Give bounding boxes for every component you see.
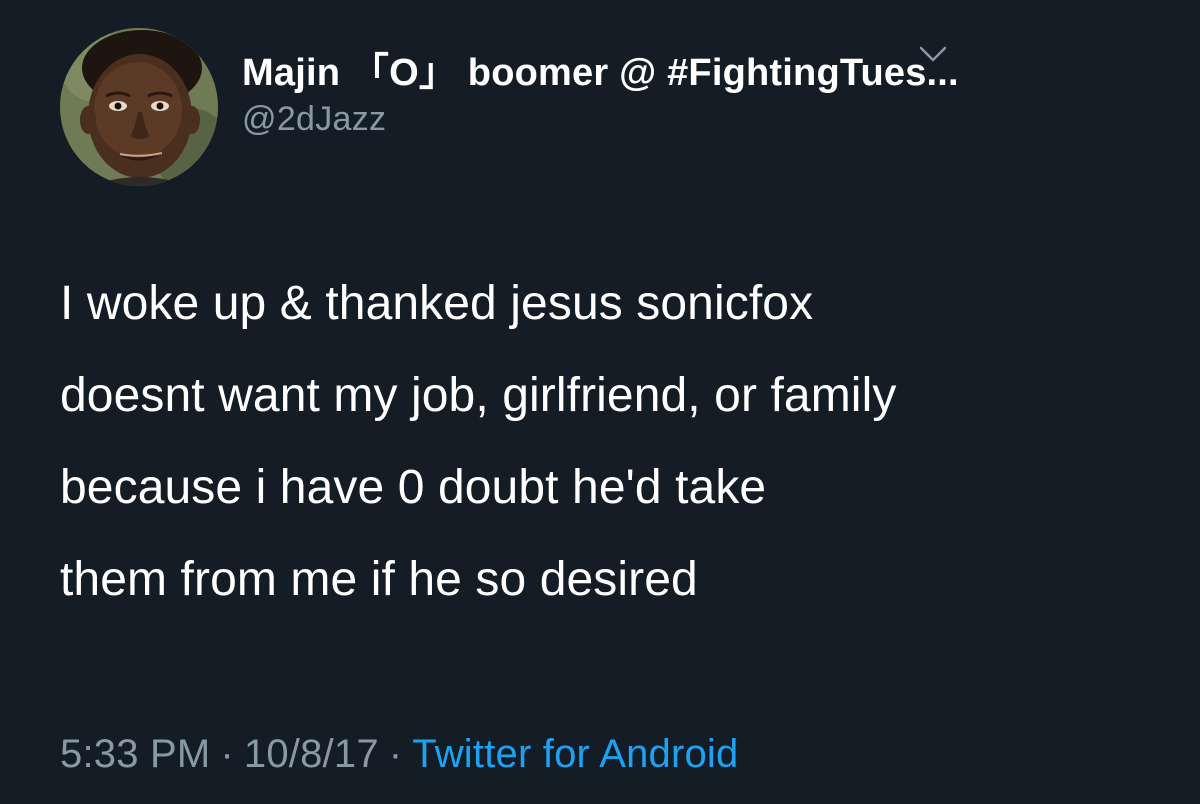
author-handle[interactable]: @2dJazz <box>242 98 1142 140</box>
tweet-date[interactable]: 10/8/17 <box>244 732 379 776</box>
tweet-text: I woke up & thanked jesus sonicfox doesn… <box>60 258 1160 626</box>
tweet-text-line: because i have 0 doubt he'd take <box>60 461 767 514</box>
avatar-image <box>60 28 218 186</box>
author-info: Majin 「O」 boomer @ #FightingTues... @2dJ… <box>242 50 1142 140</box>
meta-separator: · <box>220 732 234 776</box>
tweet-text-line: them from me if he so desired <box>60 553 698 606</box>
tweet-time[interactable]: 5:33 PM <box>60 732 210 776</box>
tweet-text-line: doesnt want my job, girlfriend, or famil… <box>60 369 897 422</box>
tweet-source-link[interactable]: Twitter for Android <box>412 732 738 776</box>
author-display-name[interactable]: Majin 「O」 boomer @ #FightingTues... <box>242 50 959 96</box>
avatar[interactable] <box>60 28 218 186</box>
tweet-card: Majin 「O」 boomer @ #FightingTues... @2dJ… <box>0 0 1200 804</box>
chevron-down-icon[interactable] <box>918 44 948 64</box>
tweet-text-line: I woke up & thanked jesus sonicfox <box>60 277 814 330</box>
meta-separator: · <box>388 732 403 776</box>
tweet-meta: 5:33 PM · 10/8/17 · Twitter for Android <box>60 728 738 780</box>
tweet-header: Majin 「O」 boomer @ #FightingTues... @2dJ… <box>60 28 1160 188</box>
